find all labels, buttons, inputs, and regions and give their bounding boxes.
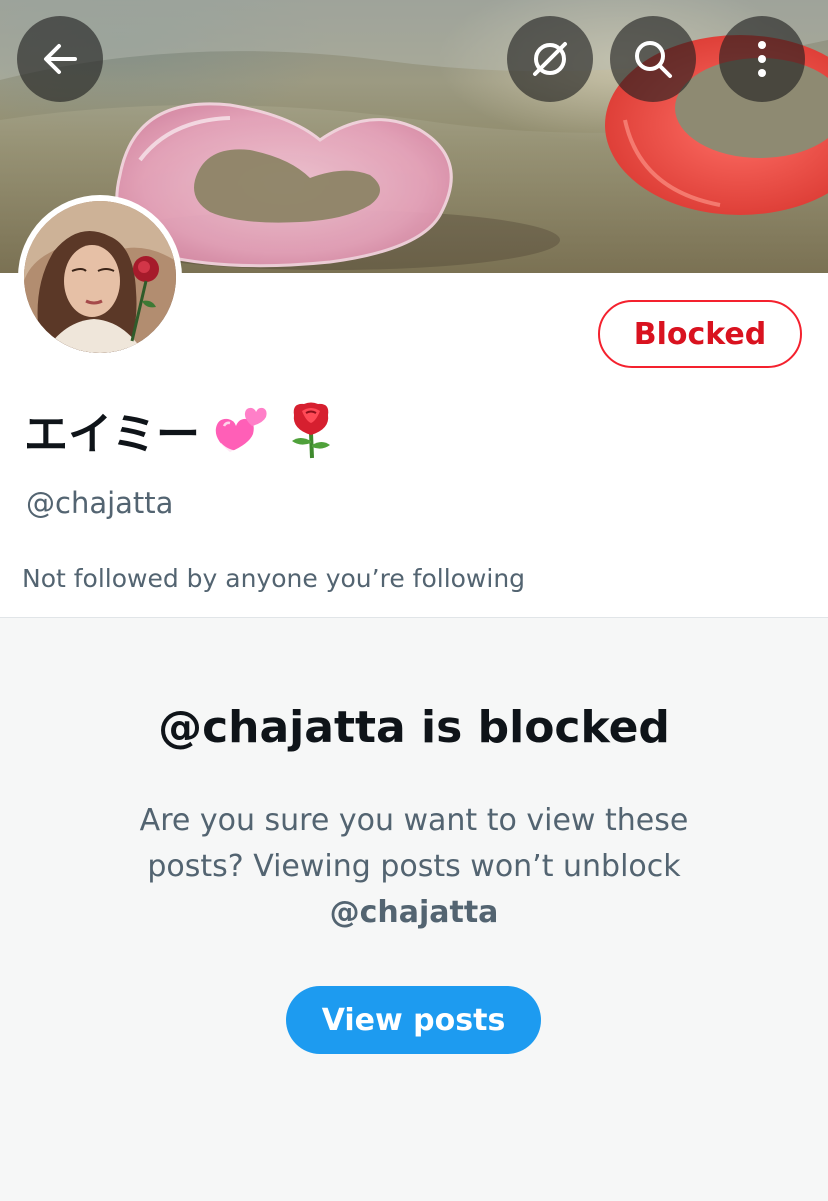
display-name: エイミー	[24, 398, 336, 462]
blocked-description-text: Are you sure you want to view these post…	[139, 803, 689, 884]
more-options-button[interactable]	[719, 16, 805, 102]
blocked-description: Are you sure you want to view these post…	[110, 798, 718, 936]
grok-icon	[533, 42, 567, 76]
view-posts-button[interactable]: View posts	[286, 986, 541, 1054]
avatar-image	[24, 201, 176, 353]
grok-button[interactable]	[507, 16, 593, 102]
profile-avatar[interactable]	[18, 195, 182, 359]
revolving-hearts-emoji	[212, 404, 274, 456]
blocked-description-handle: @chajatta	[329, 895, 499, 930]
blocked-title: @chajatta is blocked	[158, 702, 670, 753]
arrow-left-icon	[44, 44, 77, 74]
blocked-button[interactable]: Blocked	[598, 300, 802, 368]
more-vertical-icon	[758, 41, 766, 77]
search-icon	[635, 41, 672, 78]
display-name-text: エイミー	[24, 409, 200, 460]
back-button[interactable]	[17, 16, 103, 102]
blocked-notice: @chajatta is blocked Are you sure you wa…	[0, 617, 828, 1201]
search-button[interactable]	[610, 16, 696, 102]
followed-by-text: Not followed by anyone you’re following	[22, 564, 526, 593]
rose-emoji	[286, 401, 336, 459]
profile-handle: @chajatta	[26, 486, 174, 520]
